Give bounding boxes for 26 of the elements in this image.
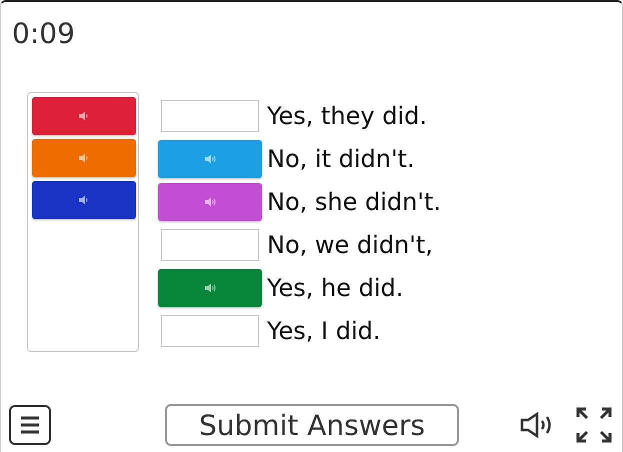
speaker-icon [204,154,216,164]
answer-text: No, it didn't. [267,144,415,172]
menu-icon [19,415,41,435]
speaker-icon [204,282,216,292]
menu-button[interactable] [9,405,51,445]
answer-text: No, she didn't. [267,188,441,216]
speaker-icon [78,153,90,163]
audio-tile[interactable] [158,182,262,220]
timer: 0:09 [11,16,75,52]
answer-text: Yes, they did. [267,102,427,130]
answer-text: Yes, I did. [267,316,380,344]
submit-button[interactable]: Submit Answers [165,404,459,446]
speaker-icon [204,196,216,206]
answer-text: No, we didn't, [267,230,433,258]
drop-slot[interactable] [161,314,259,346]
fullscreen-icon[interactable] [576,407,612,443]
audio-tile[interactable] [32,97,136,135]
speaker-icon [78,195,90,205]
audio-tile[interactable] [158,140,262,178]
speaker-icon [78,111,90,121]
audio-tile[interactable] [32,139,136,177]
answer-text: Yes, he did. [267,274,404,302]
drop-slot[interactable] [161,228,259,260]
audio-tile[interactable] [158,268,262,306]
audio-tile[interactable] [32,181,136,219]
drop-slot[interactable] [161,100,259,132]
